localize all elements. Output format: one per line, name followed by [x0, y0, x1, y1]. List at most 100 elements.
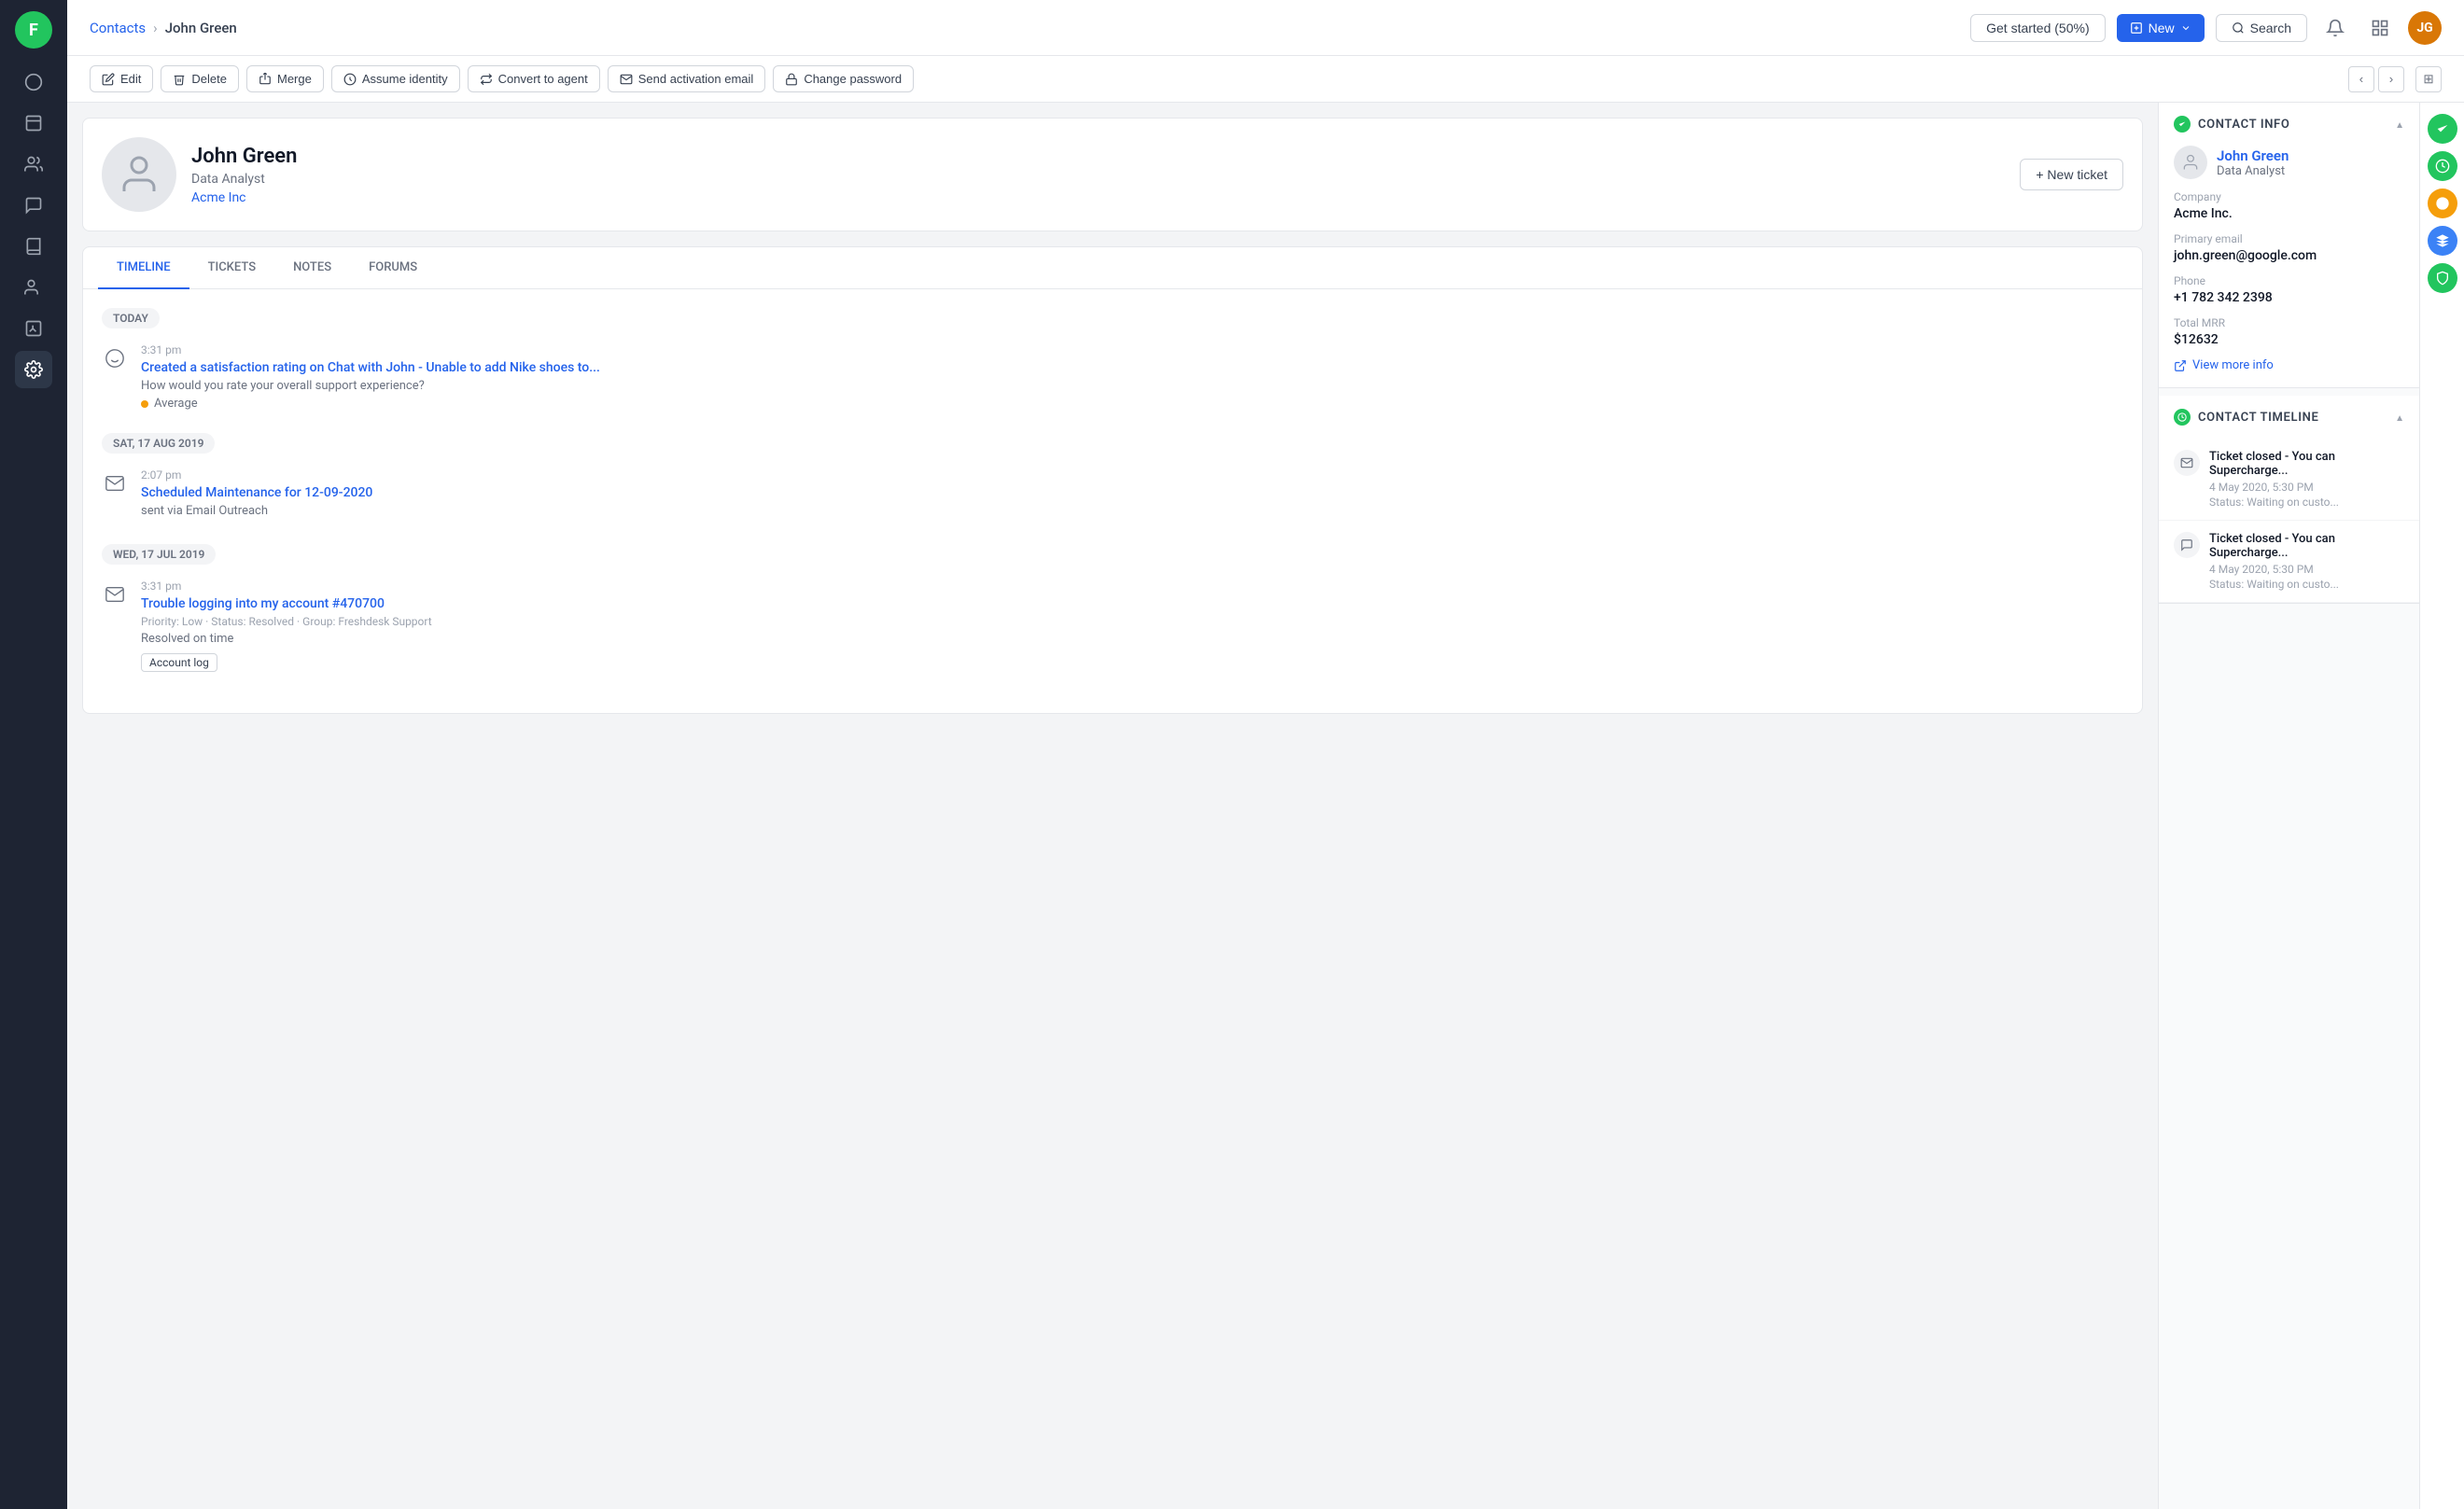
- tabs-header: TIMELINE TICKETS NOTES FORUMS: [83, 247, 2142, 289]
- breadcrumb-separator: ›: [153, 20, 158, 36]
- timeline-item-3-title[interactable]: Trouble logging into my account #470700: [141, 596, 2123, 611]
- date-badge-today: TODAY: [102, 308, 160, 328]
- delete-button[interactable]: Delete: [161, 65, 239, 92]
- timeline-content: TODAY 3:31 pm Created a satisfaction rat…: [83, 289, 2142, 713]
- phone-value: +1 782 342 2398: [2174, 290, 2404, 305]
- panel-avatar-icon: [2181, 153, 2200, 172]
- sidebar-icon-settings[interactable]: [15, 351, 52, 388]
- contact-name: John Green: [191, 145, 297, 168]
- mrr-label: Total MRR: [2174, 316, 2404, 329]
- contact-info-left: John Green Data Analyst Acme Inc: [102, 137, 297, 212]
- right-icon-1[interactable]: [2428, 114, 2457, 144]
- sidebar-icon-people[interactable]: [15, 269, 52, 306]
- email-value: john.green@google.com: [2174, 248, 2404, 263]
- merge-icon: [259, 73, 272, 86]
- tab-timeline[interactable]: TIMELINE: [98, 247, 189, 289]
- right-sidebar: [2419, 103, 2464, 1509]
- right-icon-2[interactable]: [2428, 151, 2457, 181]
- timeline-item-1-title[interactable]: Created a satisfaction rating on Chat wi…: [141, 360, 2123, 375]
- panel-contact-row: John Green Data Analyst: [2174, 146, 2404, 179]
- right-icon-5-svg: [2435, 271, 2450, 286]
- contact-timeline-header[interactable]: CONTACT TIMELINE: [2159, 396, 2419, 439]
- assume-identity-button[interactable]: Assume identity: [331, 65, 460, 92]
- convert-icon: [480, 73, 493, 86]
- email-timeline-icon: [2180, 456, 2193, 469]
- breadcrumb-contacts-link[interactable]: Contacts: [90, 20, 146, 36]
- panel-avatar: [2174, 146, 2207, 179]
- right-icon-4[interactable]: [2428, 226, 2457, 256]
- prev-arrow[interactable]: ‹: [2348, 66, 2374, 92]
- search-icon: [2232, 21, 2245, 35]
- timeline-item-1-body: 3:31 pm Created a satisfaction rating on…: [141, 343, 2123, 411]
- contact-info-panel: CONTACT INFO John Green Data Analyst: [2159, 103, 2419, 388]
- timeline-item-3-body: 3:31 pm Trouble logging into my account …: [141, 580, 2123, 672]
- sidebar-icon-chat[interactable]: [15, 187, 52, 224]
- breadcrumb-current: John Green: [165, 20, 237, 36]
- right-icon-4-svg: [2435, 233, 2450, 248]
- timeline-panel-item-2-status: Status: Waiting on custo...: [2209, 578, 2404, 591]
- sidebar-icon-reports[interactable]: [15, 310, 52, 347]
- convert-to-agent-button[interactable]: Convert to agent: [468, 65, 600, 92]
- right-icon-5[interactable]: [2428, 263, 2457, 293]
- contact-timeline-chevron: [2395, 410, 2404, 425]
- new-ticket-button[interactable]: + New ticket: [2020, 159, 2123, 190]
- sidebar-icon-home[interactable]: [15, 63, 52, 101]
- avatar-person-icon: [117, 152, 161, 197]
- app-logo[interactable]: F: [15, 11, 52, 49]
- next-arrow[interactable]: ›: [2378, 66, 2404, 92]
- tab-notes[interactable]: NOTES: [274, 247, 350, 289]
- right-icon-3[interactable]: [2428, 189, 2457, 218]
- timeline-item-2-time: 2:07 pm: [141, 468, 2123, 482]
- timeline-item-3-resolved: Resolved on time: [141, 632, 2123, 646]
- assume-icon: [343, 73, 357, 86]
- notification-bell-button[interactable]: [2318, 11, 2352, 45]
- user-avatar[interactable]: JG: [2408, 11, 2442, 45]
- contact-info-title: CONTACT INFO: [2174, 116, 2289, 133]
- view-more-link[interactable]: View more info: [2174, 358, 2404, 372]
- grid-button[interactable]: [2363, 11, 2397, 45]
- timeline-panel-item-1-title: Ticket closed - You can Supercharge...: [2209, 450, 2404, 478]
- tab-forums[interactable]: FORUMS: [350, 247, 436, 289]
- timeline-panel-icon-2: [2174, 532, 2200, 558]
- edit-button[interactable]: Edit: [90, 65, 153, 92]
- satisfaction-icon: [102, 345, 128, 371]
- average-dot: [141, 400, 148, 408]
- timeline-panel-item-2-title: Ticket closed - You can Supercharge...: [2209, 532, 2404, 560]
- contact-avatar: [102, 137, 176, 212]
- contact-details: John Green Data Analyst Acme Inc: [191, 145, 297, 205]
- date-badge-aug: SAT, 17 AUG 2019: [102, 433, 215, 454]
- timeline-panel-item-1-date: 4 May 2020, 5:30 PM: [2209, 481, 2404, 494]
- contact-info-panel-header[interactable]: CONTACT INFO: [2159, 103, 2419, 146]
- search-button[interactable]: Search: [2216, 14, 2307, 42]
- email-icon: [620, 73, 633, 86]
- sidebar-icon-contacts[interactable]: [15, 146, 52, 183]
- layout-toggle-button[interactable]: ⊞: [2415, 66, 2442, 92]
- date-badge-jul: WED, 17 JUL 2019: [102, 544, 216, 565]
- tabs-container: TIMELINE TICKETS NOTES FORUMS TODAY: [82, 246, 2143, 714]
- contact-company-link[interactable]: Acme Inc: [191, 190, 297, 205]
- contact-timeline-panel: CONTACT TIMELINE Ticket closed - You can…: [2159, 396, 2419, 604]
- right-icon-3-svg: [2435, 196, 2450, 211]
- edit-icon: [102, 73, 115, 86]
- panel-mrr-field: Total MRR $12632: [2174, 316, 2404, 347]
- change-password-button[interactable]: Change password: [773, 65, 914, 92]
- password-icon: [785, 73, 798, 86]
- panel-contact-role: Data Analyst: [2217, 164, 2289, 178]
- clock-icon: [2177, 412, 2187, 422]
- contact-header-card: John Green Data Analyst Acme Inc + New t…: [82, 118, 2143, 231]
- timeline-item-2-title[interactable]: Scheduled Maintenance for 12-09-2020: [141, 485, 2123, 500]
- sidebar-icon-book[interactable]: [15, 228, 52, 265]
- tab-tickets[interactable]: TICKETS: [189, 247, 274, 289]
- company-label: Company: [2174, 190, 2404, 203]
- panel-contact-name[interactable]: John Green: [2217, 147, 2289, 164]
- sidebar-icon-inbox[interactable]: [15, 105, 52, 142]
- send-activation-email-button[interactable]: Send activation email: [608, 65, 766, 92]
- chat-timeline-icon: [2180, 538, 2193, 552]
- get-started-button[interactable]: Get started (50%): [1970, 14, 2106, 42]
- external-link-icon: [2174, 359, 2187, 372]
- new-button[interactable]: New: [2117, 14, 2205, 42]
- contact-role: Data Analyst: [191, 172, 297, 187]
- timeline-item-1-status: Average: [141, 397, 2123, 411]
- merge-button[interactable]: Merge: [246, 65, 324, 92]
- account-log-tag[interactable]: Account log: [141, 653, 217, 672]
